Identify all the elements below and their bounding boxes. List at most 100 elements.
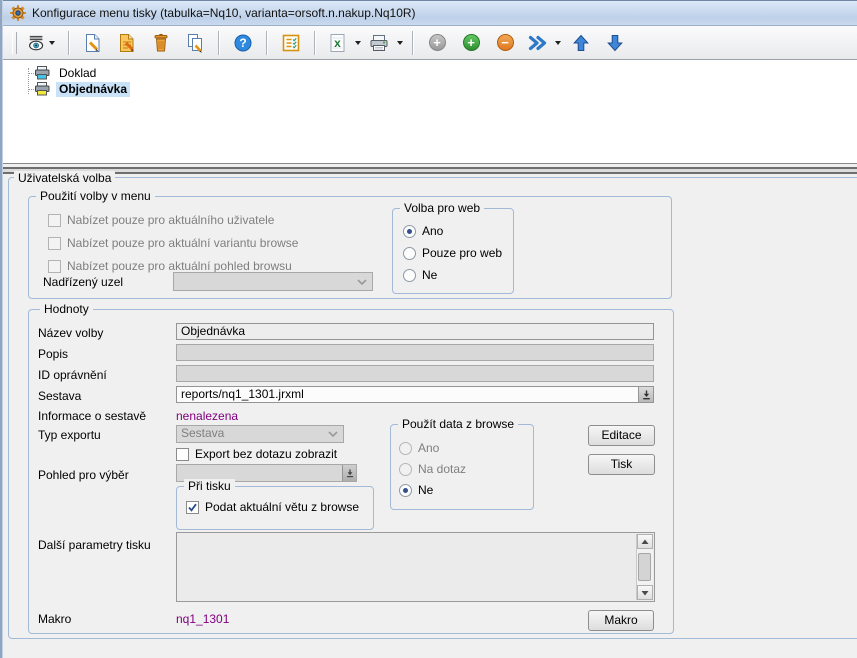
checkbox-current-row[interactable]: Podat aktuální větu z browse [186,500,359,514]
view-menu-icon [28,34,46,52]
tree-panel[interactable]: Doklad Objednávka [0,60,857,164]
checkbox-box [48,237,61,250]
titlebar[interactable]: Konfigurace menu tisky (tabulka=Nq10, va… [0,0,857,26]
new-button[interactable] [80,30,106,56]
copy-button[interactable] [182,30,208,56]
radio-label: Na dotaz [418,462,466,476]
add-green-icon: + [463,34,480,51]
extra-params-label: Další parametry tisku [38,538,151,552]
selection-view-label: Pohled pro výběr [38,468,129,482]
editace-button[interactable]: Editace [588,425,655,446]
gear-icon [10,5,26,21]
view-menu-caret-icon [49,41,55,45]
report-field[interactable]: reports/nq1_1301.jrxml [176,386,654,403]
permission-id-label: ID oprávnění [38,368,107,382]
tisk-button[interactable]: Tisk [588,454,655,475]
radio-web-pouze[interactable]: Pouze pro web [403,246,502,260]
move-down-icon [607,34,623,52]
fast-forward-caret-icon[interactable] [555,41,561,45]
help-icon: ? [234,34,252,52]
radio-label: Ne [418,483,433,497]
tree-item-label: Objednávka [56,82,130,97]
new-document-icon [84,33,102,53]
radio-data-ano: Ano [399,441,439,455]
edit-button[interactable] [114,30,140,56]
checkbox-label: Nabízet pouze pro aktuální variantu brow… [67,236,298,250]
export-excel-caret-icon[interactable] [355,41,361,45]
move-up-icon [573,34,589,52]
scrollbar-thumb[interactable] [638,553,651,581]
scrollbar[interactable] [636,534,653,600]
checkbox-label: Podat aktuální větu z browse [205,500,359,514]
radio-dot [403,225,416,238]
groupbox-volba-pro-web-label: Volba pro web [400,201,484,215]
option-name-field[interactable]: Objednávka [176,323,654,340]
tree-item-objednavka[interactable]: Objednávka [34,81,130,97]
remove-button[interactable]: − [492,30,518,56]
checkbox-box [186,501,199,514]
scroll-up-button[interactable] [637,534,653,549]
radio-web-ne[interactable]: Ne [403,268,437,282]
scroll-down-button[interactable] [637,585,653,600]
tree-item-label: Doklad [56,66,99,81]
radio-dot [403,247,416,260]
help-button[interactable]: ? [230,30,256,56]
radio-data-ne[interactable]: Ne [399,483,433,497]
option-name-label: Název volby [38,326,103,340]
view-menu-button[interactable] [28,30,58,56]
add-gray-icon: + [429,34,446,51]
toolbar-separator [266,31,268,55]
print-button[interactable] [366,30,392,56]
report-label: Sestava [38,389,81,403]
groupbox-pouziti-volby-label: Použití volby v menu [36,189,155,203]
permission-id-field [176,365,654,382]
chevron-down-icon [328,431,338,438]
export-excel-button[interactable]: x [324,30,350,56]
edit-document-icon [118,33,136,53]
remove-icon: − [497,34,514,51]
download-arrow-icon [642,390,651,400]
parent-node-select [173,272,373,291]
window-border [0,0,3,658]
toolbar-grip[interactable] [12,32,17,54]
tree-item-doklad[interactable]: Doklad [34,65,99,81]
add-inactive-button[interactable]: + [424,30,450,56]
splitter[interactable] [0,167,857,174]
radio-dot [399,442,412,455]
toolbar: ? x [0,26,857,60]
checkbox-label: Nabízet pouze pro aktuálního uživatele [67,213,274,227]
move-down-button[interactable] [602,30,628,56]
delete-button[interactable] [148,30,174,56]
radio-dot [403,269,416,282]
report-browse-button[interactable] [638,387,653,402]
svg-text:x: x [334,36,341,50]
fast-forward-button[interactable] [524,30,550,56]
groupbox-uzivatelska-volba-label: Uživatelská volba [14,171,115,185]
makro-value: nq1_1301 [176,612,229,626]
toolbar-separator [314,31,316,55]
checkbox-box [176,448,189,461]
move-up-button[interactable] [568,30,594,56]
makro-button[interactable]: Makro [588,610,654,631]
checkbox-label: Export bez dotazu zobrazit [195,447,337,461]
groupbox-pouzit-data-label: Použít data z browse [398,417,518,431]
radio-label: Ano [422,224,443,238]
radio-dot [399,463,412,476]
parent-node-label: Nadřízený uzel [43,275,123,289]
description-field [176,344,654,361]
add-button[interactable]: + [458,30,484,56]
copy-document-icon [186,33,205,53]
tree-line [28,68,29,94]
checkbox-export-no-dialog[interactable]: Export bez dotazu zobrazit [176,447,337,461]
chevron-down-icon [357,279,367,286]
checkbox-current-view: Nabízet pouze pro aktuální pohled browsu [48,259,292,273]
print-caret-icon[interactable] [397,41,403,45]
groupbox-pri-tisku-label: Při tisku [184,479,235,493]
toolbar-separator [412,31,414,55]
radio-label: Ano [418,441,439,455]
radio-label: Ne [422,268,437,282]
radio-web-ano[interactable]: Ano [403,224,443,238]
properties-list-button[interactable] [278,30,304,56]
download-arrow-icon [346,469,354,478]
extra-params-textarea[interactable] [176,532,655,602]
